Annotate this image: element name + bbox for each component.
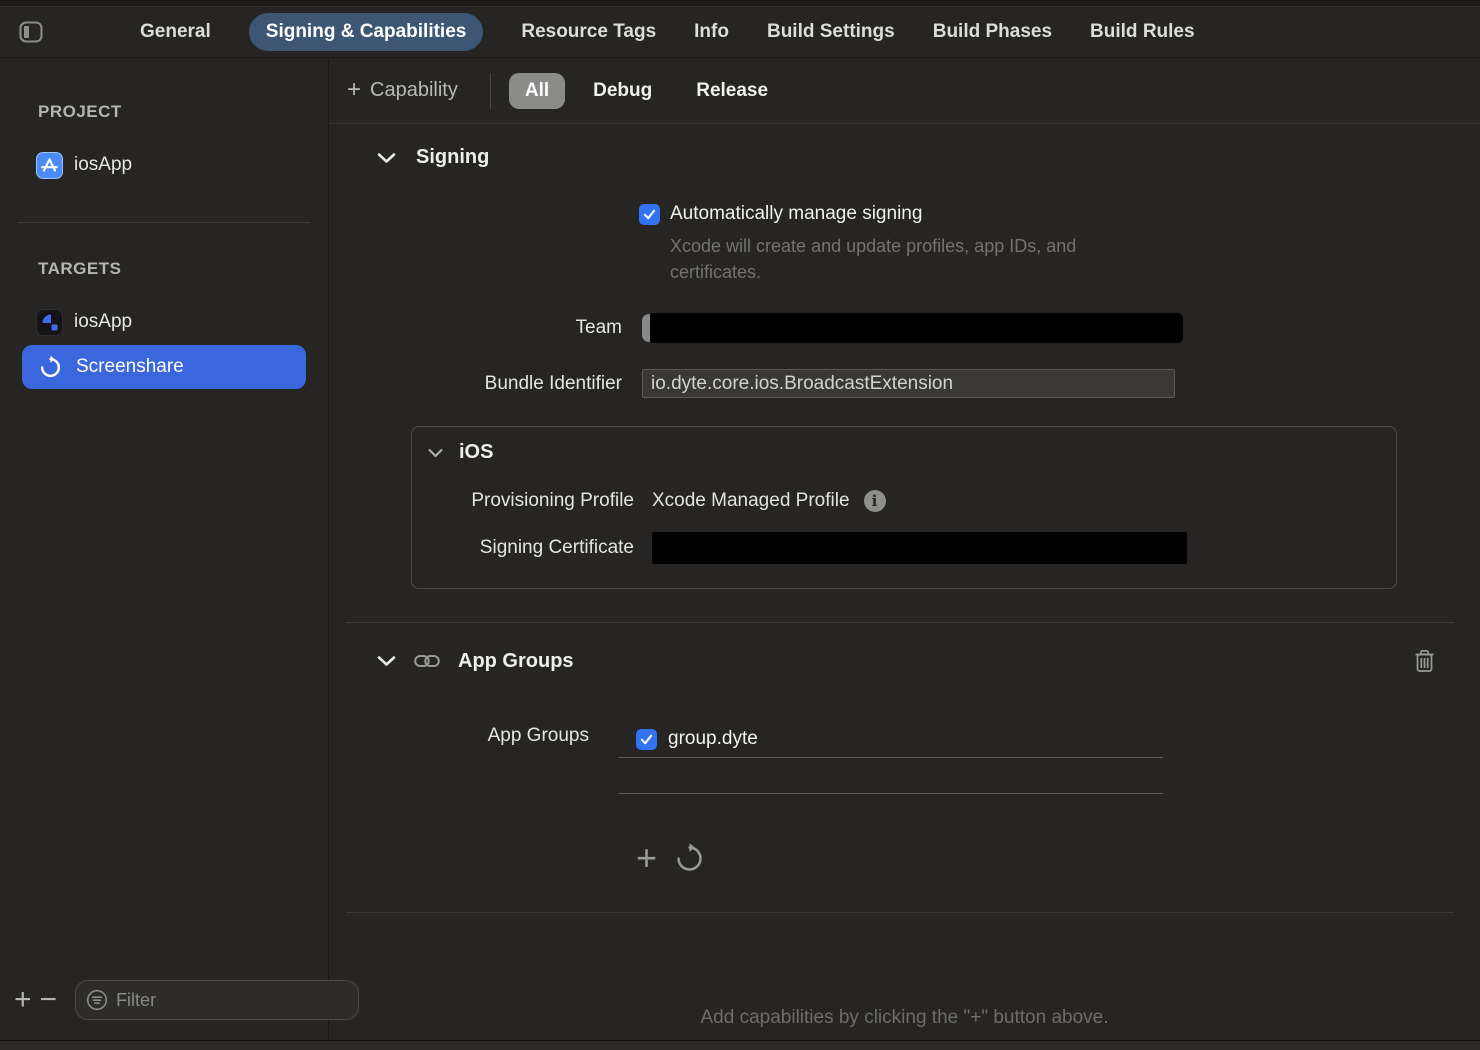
segment-release[interactable]: Release (680, 73, 784, 109)
tab-signing-capabilities[interactable]: Signing & Capabilities (249, 13, 484, 51)
ios-signing-box: iOS Provisioning Profile Xcode Managed P… (411, 426, 1397, 589)
segment-all[interactable]: All (509, 73, 565, 109)
redaction-bar (650, 313, 1183, 343)
add-capabilities-hint: Add capabilities by clicking the "+" but… (329, 1007, 1480, 1029)
signing-certificate-redacted (652, 532, 1187, 564)
auto-manage-signing-label: Automatically manage signing (670, 203, 922, 225)
app-groups-link-icon (414, 652, 440, 670)
section-divider (346, 622, 1454, 623)
capability-toolbar: + Capability All Debug Release (329, 58, 1480, 124)
signing-section: Signing Automatically manage signing Xco… (329, 124, 1480, 623)
info-icon[interactable]: i (864, 490, 886, 512)
auto-manage-signing-row: Automatically manage signing (639, 203, 1480, 225)
sidebar-item-label: iosApp (74, 154, 132, 176)
target-app-icon (36, 309, 63, 336)
toolbar-separator (490, 73, 491, 109)
provisioning-profile-label: Provisioning Profile (412, 490, 652, 512)
sidebar-toggle-icon[interactable] (18, 19, 44, 45)
filter-field[interactable] (75, 980, 359, 1020)
sidebar-bottom-bar: + − (0, 980, 328, 1040)
bundle-identifier-label: Bundle Identifier (329, 373, 642, 395)
filter-input[interactable] (116, 990, 348, 1011)
tab-general[interactable]: General (140, 13, 211, 51)
sidebar-divider (18, 222, 310, 223)
sidebar-item-label: iosApp (74, 311, 132, 333)
tab-resource-tags[interactable]: Resource Tags (521, 13, 656, 51)
project-heading: PROJECT (38, 102, 328, 122)
appstore-app-icon (36, 152, 63, 179)
project-sidebar: PROJECT iosApp TARGETS (0, 58, 329, 1040)
app-groups-section-title: App Groups (458, 650, 574, 673)
app-group-empty-row (618, 758, 1163, 794)
segment-debug[interactable]: Debug (577, 73, 668, 109)
add-app-group-button[interactable]: + (636, 840, 657, 876)
trash-icon[interactable] (1414, 649, 1435, 673)
auto-manage-signing-note: Xcode will create and update profiles, a… (670, 233, 1170, 285)
chevron-down-icon[interactable] (377, 152, 396, 164)
app-groups-list: group.dyte (618, 721, 1163, 794)
provisioning-profile-value-row: Xcode Managed Profile i (652, 490, 1396, 512)
signing-certificate-label: Signing Certificate (412, 537, 652, 559)
tab-build-phases[interactable]: Build Phases (933, 13, 1052, 51)
sidebar-item-project-iosapp[interactable]: iosApp (36, 148, 328, 182)
editor-tab-bar: General Signing & Capabilities Resource … (0, 7, 1480, 58)
chevron-down-icon[interactable] (428, 448, 443, 458)
editor-tabs: General Signing & Capabilities Resource … (140, 13, 1195, 51)
filter-icon (86, 989, 108, 1011)
sidebar-item-label: Screenshare (76, 356, 184, 378)
targets-heading: TARGETS (38, 259, 328, 279)
plus-icon: + (347, 78, 361, 102)
tab-info[interactable]: Info (694, 13, 729, 51)
window-titlebar-strip (0, 0, 1480, 7)
capabilities-content: Signing Automatically manage signing Xco… (329, 124, 1480, 1040)
sidebar-item-target-iosapp[interactable]: iosApp (36, 305, 328, 339)
team-label: Team (329, 317, 642, 339)
refresh-app-groups-button[interactable] (673, 842, 706, 875)
tab-build-settings[interactable]: Build Settings (767, 13, 895, 51)
signing-capabilities-pane: + Capability All Debug Release Signing (329, 58, 1480, 1040)
auto-manage-signing-checkbox[interactable] (639, 204, 660, 225)
app-groups-section: App Groups App (329, 649, 1480, 1029)
window-bottom-strip (0, 1040, 1480, 1050)
provisioning-profile-value: Xcode Managed Profile (652, 490, 850, 512)
app-groups-row-label: App Groups (329, 721, 618, 794)
signing-section-title: Signing (416, 146, 489, 169)
add-capability-label: Capability (370, 79, 458, 102)
broadcast-extension-icon (38, 355, 63, 380)
add-capability-button[interactable]: + Capability (347, 79, 458, 103)
sidebar-spacer (0, 389, 328, 980)
add-target-button[interactable]: + (14, 982, 32, 1018)
app-group-checkbox[interactable] (636, 729, 657, 750)
sidebar-item-target-screenshare[interactable]: Screenshare (22, 345, 306, 389)
section-divider (346, 912, 1454, 913)
bundle-identifier-input[interactable] (642, 369, 1175, 398)
app-group-label: group.dyte (668, 728, 758, 750)
chevron-down-icon[interactable] (377, 655, 396, 667)
ios-box-title: iOS (459, 441, 493, 464)
tab-build-rules[interactable]: Build Rules (1090, 13, 1195, 51)
remove-target-button[interactable]: − (40, 982, 58, 1018)
app-group-item[interactable]: group.dyte (618, 721, 1163, 758)
team-popup-redacted[interactable] (642, 313, 1183, 343)
